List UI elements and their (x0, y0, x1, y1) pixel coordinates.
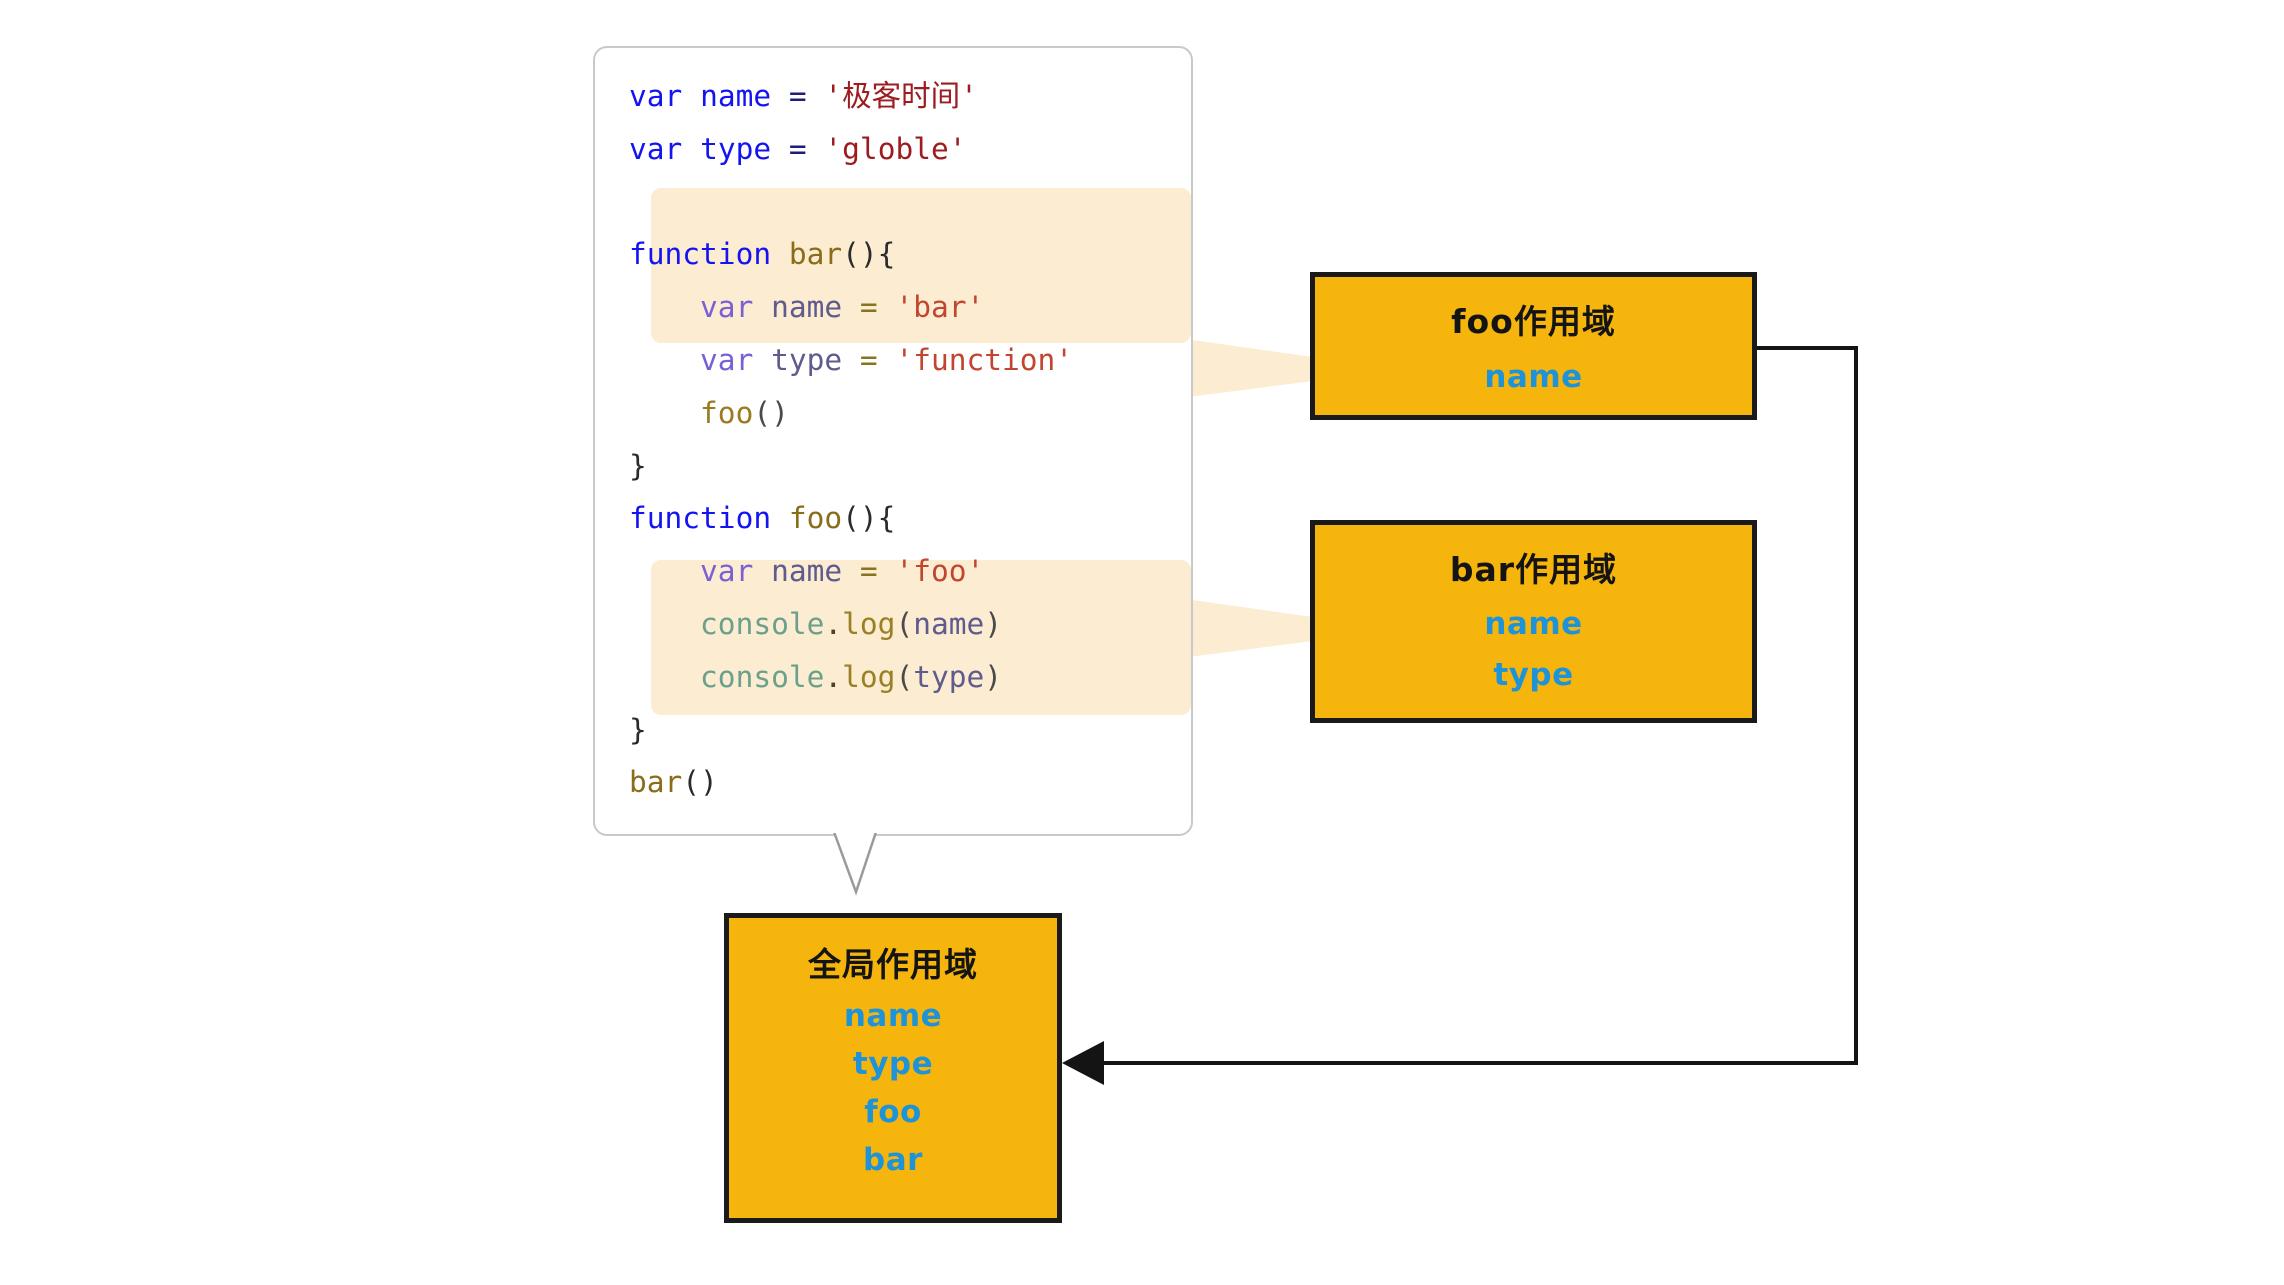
code-token: name (913, 606, 985, 641)
code-panel: var name = '极客时间' var type = 'globle' fun… (593, 46, 1193, 836)
code-line: function bar(){ (629, 228, 1183, 281)
code-token: function (629, 237, 772, 272)
code-line: foo() (629, 387, 1183, 440)
code-token: name (700, 79, 772, 113)
code-token: () (753, 395, 789, 430)
code-token: ) (984, 606, 1003, 641)
code-line: bar() (629, 756, 1183, 809)
scope-bar-title: bar作用域 (1449, 550, 1618, 589)
code-line: console.log(name) (629, 598, 1183, 651)
code-line: console.log(type) (629, 651, 1183, 704)
code-token: console (700, 659, 825, 694)
code-line: function foo(){ (629, 492, 1183, 545)
scope-chain-arrowhead (1062, 1041, 1104, 1085)
code-token: foo (700, 395, 754, 430)
code-token: = (859, 342, 878, 377)
code-token: } (629, 712, 647, 747)
code-token: var (700, 342, 754, 377)
code-token: var (629, 131, 683, 166)
scope-box-bar: bar作用域 name type (1310, 520, 1757, 723)
code-token: . (824, 659, 843, 694)
code-token: ( (895, 606, 914, 641)
code-token: var (700, 554, 754, 589)
code-token: () (682, 765, 718, 800)
scope-foo-var-name: name (1484, 359, 1583, 395)
code-lines: var name = '极客时间' var type = 'globle' fun… (629, 70, 1183, 809)
callout-tail-icon (800, 830, 920, 896)
code-token: . (824, 606, 843, 641)
code-token: ( (895, 659, 914, 694)
scope-global-var-bar: bar (863, 1142, 923, 1178)
code-token: var (700, 290, 754, 325)
code-token: 'foo' (895, 554, 985, 589)
code-token: type (771, 342, 843, 377)
code-line: var name = 'foo' (629, 545, 1183, 598)
code-line: var type = 'globle' (629, 123, 1183, 176)
code-token: var (629, 79, 683, 113)
code-token: bar (788, 237, 843, 272)
code-token: bar (629, 765, 683, 800)
scope-global-title: 全局作用域 (808, 945, 978, 984)
scope-bar-var-type: type (1493, 657, 1574, 693)
code-token: ) (984, 659, 1003, 694)
code-token: 'bar' (895, 290, 985, 325)
scope-box-global: 全局作用域 name type foo bar (724, 913, 1062, 1223)
code-token: = (788, 131, 807, 166)
code-line: } (629, 440, 1183, 493)
code-line: var name = '极客时间' (629, 70, 1183, 123)
scope-bar-var-name: name (1484, 606, 1583, 642)
code-token: function (629, 501, 772, 536)
code-token: log (842, 659, 896, 694)
code-token: (){ (842, 237, 896, 272)
code-line: } (629, 704, 1183, 757)
code-line: var name = 'bar' (629, 281, 1183, 334)
code-token: foo (788, 501, 843, 536)
scope-global-var-foo: foo (864, 1094, 922, 1130)
code-token: name (771, 554, 843, 589)
code-token: } (629, 448, 647, 483)
code-token: log (842, 606, 896, 641)
code-line: var type = 'function' (629, 334, 1183, 387)
code-token: 'function' (895, 342, 1074, 377)
code-token: name (771, 290, 843, 325)
scope-global-var-type: type (852, 1046, 934, 1082)
scope-global-var-name: name (843, 998, 943, 1034)
code-token: type (700, 131, 772, 166)
scope-foo-title: foo作用域 (1451, 302, 1616, 341)
code-token: console (700, 606, 825, 641)
code-token: = (859, 554, 878, 589)
code-token: type (913, 659, 985, 694)
scope-box-foo: foo作用域 name (1310, 272, 1757, 420)
code-token: 'globle' (824, 131, 967, 166)
code-line (629, 176, 1183, 229)
code-token: = (859, 290, 878, 325)
code-token: '极客时间' (824, 79, 978, 113)
code-token: (){ (842, 501, 896, 536)
code-token: = (788, 79, 807, 113)
